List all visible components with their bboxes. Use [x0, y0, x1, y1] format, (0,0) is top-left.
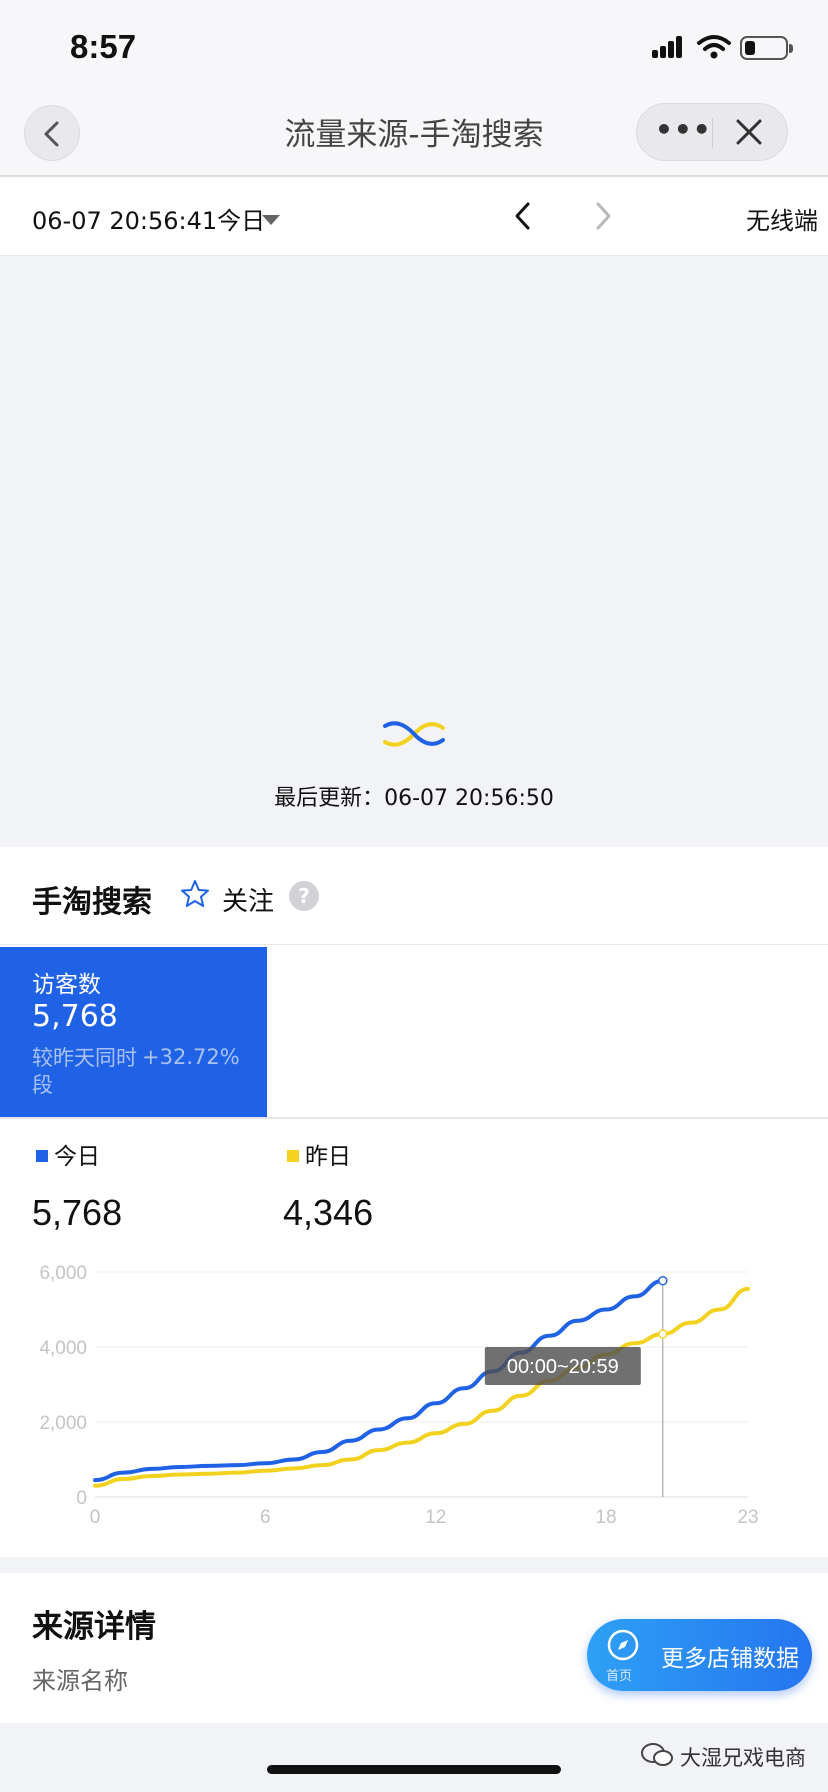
metric-value: 5,768 — [32, 999, 118, 1034]
legend-today-swatch — [36, 1150, 48, 1162]
yesterday-total: 4,346 — [283, 1192, 374, 1233]
yesterday-marker-point — [658, 1329, 668, 1339]
x-tick-label: 12 — [425, 1507, 446, 1528]
loading-area: 最后更新：06-07 20:56:50 — [0, 256, 828, 846]
caret-down-icon[interactable] — [262, 215, 280, 225]
legend-yesterday: 昨日 — [287, 1137, 351, 1171]
legend-yesterday-swatch — [287, 1150, 299, 1162]
visitors-metric-tile[interactable]: 访客数 5,768 较昨天同时段 +32.72% — [0, 947, 267, 1117]
next-day-button[interactable] — [592, 201, 614, 231]
navigation-bar: 流量来源-手淘搜索 ••• — [0, 95, 828, 177]
visitors-line-chart[interactable]: 0 2,000 4,000 6,000 0 6 12 18 23 00:00~20:59 — [0, 1252, 828, 1552]
metric-change: +32.72% — [142, 1045, 240, 1069]
divider — [0, 944, 828, 945]
device-filter[interactable]: 无线端 — [746, 201, 818, 236]
last-update-text: 最后更新：06-07 20:56:50 — [274, 786, 554, 811]
x-tick-label: 18 — [595, 1507, 616, 1528]
today-marker-point — [658, 1275, 668, 1286]
more-button[interactable]: ••• — [655, 114, 711, 150]
y-tick-label: 0 — [76, 1488, 87, 1509]
mini-program-capsule: ••• — [636, 103, 788, 161]
star-icon[interactable] — [180, 879, 210, 909]
watermark: 大湿兄戏电商 — [680, 1746, 806, 1770]
close-icon[interactable] — [735, 118, 763, 146]
fab-icon-label: 首页 — [606, 1669, 633, 1684]
divider — [0, 1117, 828, 1119]
today-total: 5,768 — [32, 1192, 123, 1233]
date-filter-bar: 06-07 20:56:41今日 无线端 — [0, 177, 828, 256]
loading-spinner-icon — [383, 721, 445, 747]
legend-today-label: 今日 — [54, 1144, 100, 1170]
yesterday-series-line — [93, 1286, 750, 1488]
capsule-divider — [712, 118, 713, 148]
y-tick-label: 6,000 — [39, 1263, 87, 1284]
metric-label: 访客数 — [32, 972, 101, 998]
wechat-icon — [641, 1743, 673, 1766]
y-tick-label: 2,000 — [39, 1413, 87, 1434]
status-bar: 8:57 — [0, 0, 828, 95]
home-indicator[interactable] — [267, 1765, 561, 1774]
status-time: 8:57 — [70, 28, 137, 65]
help-icon[interactable]: ? — [289, 881, 319, 911]
x-tick-label: 6 — [260, 1507, 271, 1528]
previous-day-button[interactable] — [512, 201, 534, 231]
battery-icon — [740, 36, 793, 60]
x-tick-label: 0 — [90, 1507, 101, 1528]
chart-tooltip-text: 00:00~20:59 — [507, 1356, 619, 1378]
source-details-title: 来源详情 — [32, 1609, 156, 1645]
fab-label: 更多店铺数据 — [661, 1646, 799, 1672]
traffic-source-card: 手淘搜索 关注 ? 访客数 5,768 较昨天同时段 +32.72% 今日 昨日… — [0, 847, 828, 1557]
more-store-data-button[interactable]: 首页 更多店铺数据 — [587, 1619, 812, 1691]
legend-yesterday-label: 昨日 — [305, 1144, 351, 1170]
y-tick-label: 4,000 — [39, 1338, 87, 1359]
x-tick-label: 23 — [737, 1507, 758, 1528]
legend-today: 今日 — [36, 1137, 100, 1171]
date-selector[interactable]: 06-07 20:56:41今日 — [32, 201, 265, 236]
follow-button[interactable]: 关注 — [222, 881, 274, 918]
source-name-header: 来源名称 — [32, 1667, 128, 1695]
compass-icon — [607, 1629, 639, 1661]
wifi-icon — [697, 35, 731, 59]
section-title: 手淘搜索 — [32, 885, 152, 920]
cellular-signal-icon — [652, 36, 682, 58]
metric-compare-label: 较昨天同时段 — [32, 1046, 137, 1097]
